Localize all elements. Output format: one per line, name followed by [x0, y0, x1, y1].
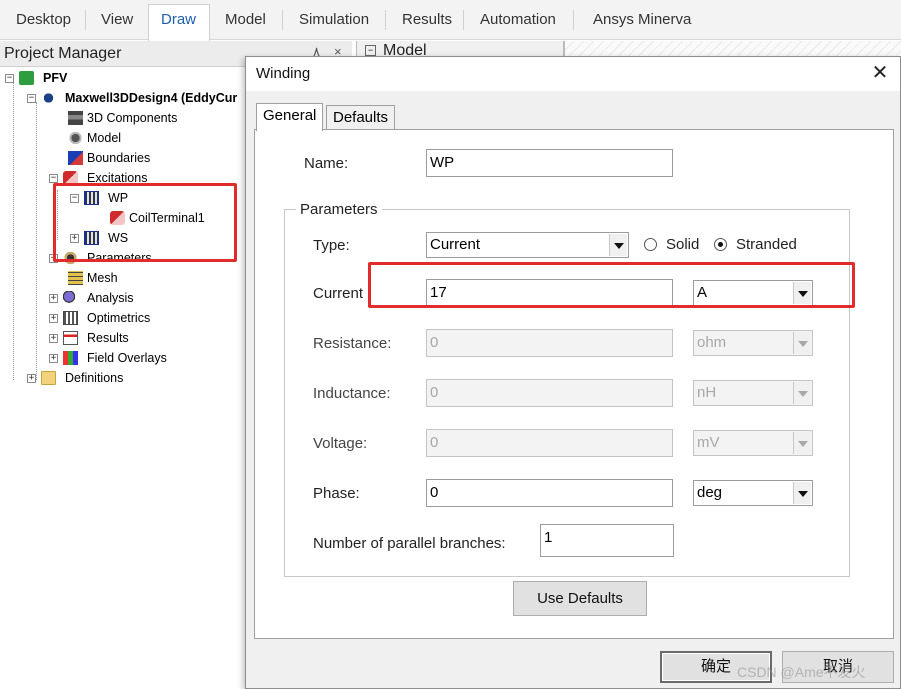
collapse-icon[interactable]: −: [27, 94, 36, 103]
watermark: CSDN @Ame不发火: [737, 664, 866, 680]
expand-icon[interactable]: +: [49, 294, 58, 303]
voltage-field[interactable]: 0: [426, 429, 673, 457]
phase-field[interactable]: 0: [426, 479, 673, 507]
parameters-icon: [63, 251, 78, 265]
coil-icon: [84, 231, 99, 245]
tab-model[interactable]: Model: [225, 11, 266, 28]
chevron-down-icon: [793, 282, 811, 304]
results-icon: [63, 331, 78, 345]
resistance-unit-dropdown[interactable]: ohm: [693, 330, 813, 356]
voltage-unit-dropdown[interactable]: mV: [693, 430, 813, 456]
inductance-unit-value: nH: [697, 384, 717, 401]
optimetrics-icon: [63, 311, 78, 325]
coil-icon: [84, 191, 99, 205]
type-label: Type:: [313, 237, 350, 254]
collapse-icon[interactable]: −: [5, 74, 14, 83]
inductance-field[interactable]: 0: [426, 379, 673, 407]
collapse-icon[interactable]: −: [70, 194, 79, 203]
radio-solid[interactable]: [644, 238, 657, 251]
chevron-down-icon: [609, 234, 627, 256]
project-tree: − PFV − Maxwell3DDesign4 (EddyCur 3D Com…: [5, 71, 238, 385]
parallel-branches-field[interactable]: 1: [540, 524, 674, 557]
expand-icon[interactable]: +: [49, 254, 58, 263]
close-icon[interactable]: ✕: [869, 61, 891, 85]
voltage-label: Voltage:: [313, 435, 368, 452]
inductance-label: Inductance:: [313, 385, 391, 402]
tab-draw[interactable]: Draw: [161, 11, 196, 28]
tab-automation[interactable]: Automation: [480, 11, 556, 28]
expand-icon[interactable]: +: [49, 314, 58, 323]
analysis-icon: [63, 291, 78, 305]
tab-defaults[interactable]: Defaults: [326, 105, 396, 131]
parallel-branches-label: Number of parallel branches:: [313, 535, 506, 552]
tab-general[interactable]: General: [256, 103, 324, 131]
name-field[interactable]: WP: [426, 149, 673, 177]
tree-guide: [13, 82, 14, 380]
tab-desktop[interactable]: Desktop: [16, 11, 71, 28]
expand-icon[interactable]: +: [49, 334, 58, 343]
tab-separator: [85, 10, 86, 30]
boundaries-icon: [68, 151, 83, 165]
phase-unit-value: deg: [697, 484, 723, 501]
dialog-titlebar: Winding ✕: [246, 57, 900, 91]
resistance-label: Resistance:: [313, 335, 392, 352]
tab-results[interactable]: Results: [402, 11, 452, 28]
use-defaults-button[interactable]: Use Defaults: [513, 581, 647, 616]
parameters-legend: Parameters: [296, 201, 382, 218]
tab-view[interactable]: View: [101, 11, 133, 28]
expand-icon[interactable]: +: [49, 354, 58, 363]
radio-stranded[interactable]: [714, 238, 727, 251]
ribbon-tab-bar: Desktop View Draw Model Simulation Resul…: [0, 0, 901, 41]
current-unit-value: A: [697, 284, 708, 301]
tab-simulation[interactable]: Simulation: [299, 11, 369, 28]
collapse-icon[interactable]: −: [49, 174, 58, 183]
radio-solid-label[interactable]: Solid: [666, 236, 699, 253]
chevron-down-icon: [793, 332, 811, 354]
expand-icon[interactable]: +: [27, 374, 36, 383]
folder-icon: [41, 371, 56, 385]
tab-separator: [282, 10, 283, 30]
project-manager-title: Project Manager: [4, 45, 122, 62]
collapse-icon[interactable]: −: [365, 45, 376, 56]
voltage-unit-value: mV: [697, 434, 720, 451]
terminal-icon: [110, 211, 125, 225]
inductance-unit-dropdown[interactable]: nH: [693, 380, 813, 406]
tab-ansys-minerva[interactable]: Ansys Minerva: [593, 11, 691, 28]
chevron-down-icon: [793, 382, 811, 404]
field-overlays-icon: [63, 351, 78, 365]
chevron-down-icon: [793, 432, 811, 454]
chevron-down-icon: [793, 482, 811, 504]
tab-separator: [463, 10, 464, 30]
tree-guide: [57, 190, 58, 240]
mesh-icon: [68, 271, 83, 285]
design-icon: [41, 91, 56, 105]
type-dropdown[interactable]: Current: [426, 232, 629, 258]
excitations-icon: [63, 171, 78, 185]
expand-icon[interactable]: +: [70, 234, 79, 243]
model-icon: [68, 131, 83, 145]
winding-dialog: Winding ✕ General Defaults Name: WP Para…: [245, 56, 901, 689]
type-dropdown-value: Current: [430, 236, 481, 253]
project-icon: [19, 71, 34, 85]
radio-stranded-label[interactable]: Stranded: [736, 236, 797, 253]
current-field[interactable]: 17: [426, 279, 673, 307]
phase-label: Phase:: [313, 485, 360, 502]
components-icon: [68, 111, 83, 125]
tab-separator: [385, 10, 386, 30]
name-label: Name:: [304, 155, 349, 172]
phase-unit-dropdown[interactable]: deg: [693, 480, 813, 506]
resistance-unit-value: ohm: [697, 334, 727, 351]
current-unit-dropdown[interactable]: A: [693, 280, 813, 306]
resistance-field[interactable]: 0: [426, 329, 673, 357]
current-label: Current: [313, 285, 364, 302]
tab-separator: [573, 10, 574, 30]
tree-guide: [36, 102, 37, 380]
dialog-title: Winding: [256, 65, 311, 82]
